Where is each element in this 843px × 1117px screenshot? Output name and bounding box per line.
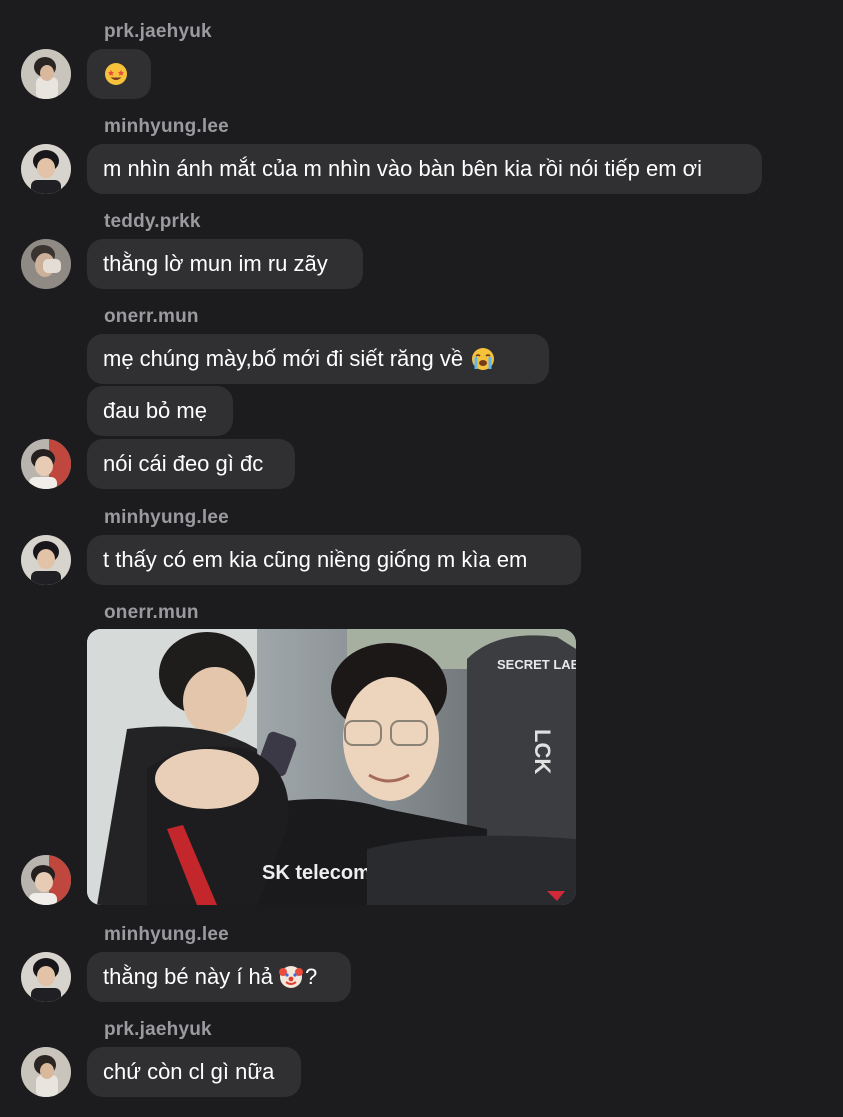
- loudly-crying-emoji-icon: [471, 347, 495, 371]
- avatar[interactable]: [21, 1047, 71, 1097]
- sender-name[interactable]: prk.jaehyuk: [104, 21, 212, 43]
- message-bubble[interactable]: chứ còn cl gì nữa: [87, 1047, 301, 1097]
- sender-name[interactable]: minhyung.lee: [104, 507, 229, 529]
- message-text: mẹ chúng mày,bố mới đi siết răng về: [103, 346, 464, 371]
- avatar[interactable]: [21, 855, 71, 905]
- message-text: thằng bé này í hả: [103, 964, 274, 989]
- message-bubble[interactable]: nói cái đeo gì đc: [87, 439, 295, 489]
- message-text: đau bỏ mẹ: [103, 398, 207, 423]
- message-text: chứ còn cl gì nữa: [103, 1059, 275, 1084]
- message-bubble[interactable]: thằng bé này í hả ?: [87, 952, 351, 1002]
- message-text: thằng lờ mun im ru zãy: [103, 251, 328, 276]
- message-bubble[interactable]: mẹ chúng mày,bố mới đi siết răng về: [87, 334, 549, 384]
- shirt-sponsor-text: SK telecom: [262, 862, 371, 884]
- avatar[interactable]: [21, 49, 71, 99]
- sender-name[interactable]: onerr.mun: [104, 602, 199, 624]
- message-bubble[interactable]: đau bỏ mẹ: [87, 386, 233, 436]
- message-bubble[interactable]: thằng lờ mun im ru zãy: [87, 239, 363, 289]
- avatar[interactable]: [21, 144, 71, 194]
- message-text-suffix: ?: [305, 964, 318, 989]
- chair-logo-text: SECRET LAB: [497, 657, 576, 672]
- message-bubble[interactable]: [87, 49, 151, 99]
- message-text: nói cái đeo gì đc: [103, 451, 264, 476]
- avatar[interactable]: [21, 952, 71, 1002]
- avatar[interactable]: [21, 439, 71, 489]
- message-text: t thấy có em kia cũng niềng giống m kìa …: [103, 547, 528, 572]
- avatar[interactable]: [21, 239, 71, 289]
- sender-name[interactable]: minhyung.lee: [104, 924, 229, 946]
- avatar[interactable]: [21, 535, 71, 585]
- star-struck-emoji-icon: [104, 62, 128, 86]
- chair-brand-text: LCK: [530, 729, 555, 774]
- sender-name[interactable]: onerr.mun: [104, 306, 199, 328]
- clown-emoji-icon: [279, 965, 304, 989]
- sender-name[interactable]: teddy.prkk: [104, 211, 201, 233]
- sender-name[interactable]: prk.jaehyuk: [104, 1019, 212, 1041]
- message-bubble[interactable]: t thấy có em kia cũng niềng giống m kìa …: [87, 535, 581, 585]
- shared-photo[interactable]: SECRET LAB LCK SK telecom: [87, 629, 576, 905]
- sender-name[interactable]: minhyung.lee: [104, 116, 229, 138]
- message-text: m nhìn ánh mắt của m nhìn vào bàn bên ki…: [103, 156, 702, 181]
- message-bubble[interactable]: m nhìn ánh mắt của m nhìn vào bàn bên ki…: [87, 144, 762, 194]
